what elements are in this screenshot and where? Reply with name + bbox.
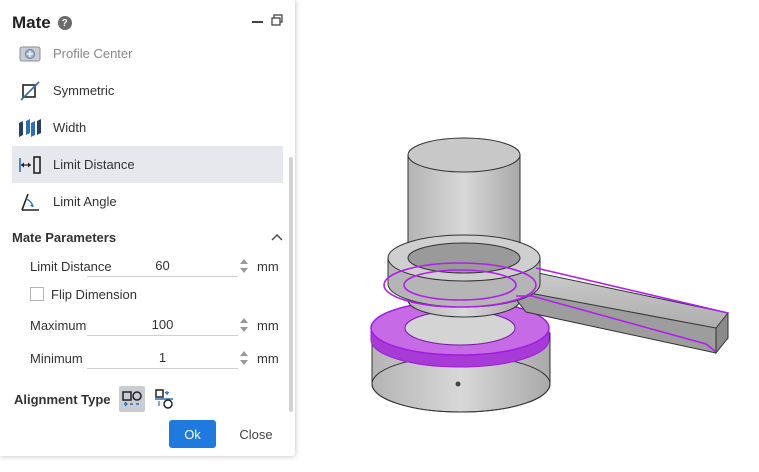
mate-type-list: Profile Center Symmetric Width Limit Dis… bbox=[12, 35, 283, 220]
maximum-spinner[interactable] bbox=[240, 316, 248, 334]
mate-type-limit-angle[interactable]: Limit Angle bbox=[12, 183, 283, 220]
mate-type-label: Profile Center bbox=[53, 46, 133, 61]
limit-distance-label: Limit Distance bbox=[30, 258, 112, 274]
alignment-type-label: Alignment Type bbox=[14, 391, 111, 407]
limit-distance-row: Limit Distance 60 mm bbox=[30, 256, 280, 277]
limit-distance-spinner[interactable] bbox=[240, 257, 248, 275]
maximum-label: Maximum bbox=[30, 317, 87, 333]
flip-dimension-label: Flip Dimension bbox=[51, 286, 137, 302]
mate-parameters-section[interactable]: Mate Parameters bbox=[12, 227, 283, 247]
aligned-icon bbox=[121, 391, 142, 407]
minimize-icon[interactable] bbox=[252, 21, 263, 23]
flip-dimension-checkbox[interactable] bbox=[30, 287, 44, 301]
help-icon[interactable]: ? bbox=[57, 16, 72, 30]
limit-angle-icon bbox=[18, 190, 42, 214]
ok-button[interactable]: Ok bbox=[169, 420, 216, 448]
mate-type-profile-center[interactable]: Profile Center bbox=[12, 35, 283, 72]
panel-title: Mate bbox=[12, 13, 51, 32]
limit-distance-input[interactable]: 60 bbox=[87, 256, 238, 277]
limit-distance-icon bbox=[18, 153, 42, 177]
mate-panel: Mate ? Profile Center Symmetric Width Li… bbox=[0, 0, 295, 456]
chevron-up-icon[interactable] bbox=[271, 228, 283, 246]
minimum-input[interactable]: 1 bbox=[87, 348, 238, 369]
panel-header: Mate ? bbox=[12, 12, 72, 34]
window-controls bbox=[252, 14, 283, 26]
mate-type-symmetric[interactable]: Symmetric bbox=[12, 72, 283, 109]
mate-type-width[interactable]: Width bbox=[12, 109, 283, 146]
minimum-row: Minimum 1 mm bbox=[30, 348, 280, 369]
minimum-spinner[interactable] bbox=[240, 349, 248, 367]
symmetric-icon bbox=[18, 79, 42, 103]
profile-center-icon bbox=[18, 42, 42, 66]
mate-type-label: Limit Distance bbox=[53, 157, 135, 172]
mate-type-label: Limit Angle bbox=[53, 194, 117, 209]
alignment-type-row: Alignment Type bbox=[14, 386, 183, 412]
minimum-unit: mm bbox=[257, 350, 279, 366]
aligned-button[interactable] bbox=[118, 386, 145, 412]
section-title: Mate Parameters bbox=[12, 229, 117, 245]
model-view bbox=[370, 137, 729, 413]
minimum-label: Minimum bbox=[30, 350, 83, 366]
maximum-unit: mm bbox=[257, 317, 279, 333]
anti-aligned-icon bbox=[154, 389, 173, 409]
width-icon bbox=[18, 116, 42, 140]
maximum-input[interactable]: 100 bbox=[87, 315, 238, 336]
panel-scrollbar[interactable] bbox=[289, 157, 293, 412]
anti-aligned-button[interactable] bbox=[151, 386, 177, 412]
mate-type-label: Width bbox=[53, 120, 87, 135]
flip-dimension-row[interactable]: Flip Dimension bbox=[30, 286, 137, 302]
close-button[interactable]: Close bbox=[232, 420, 280, 448]
mate-type-label: Symmetric bbox=[53, 83, 115, 98]
maximum-row: Maximum 100 mm bbox=[30, 315, 280, 336]
3d-viewport[interactable] bbox=[296, 0, 759, 467]
mate-type-limit-distance[interactable]: Limit Distance bbox=[12, 146, 283, 183]
restore-icon[interactable] bbox=[271, 14, 283, 26]
limit-distance-unit: mm bbox=[257, 258, 279, 274]
